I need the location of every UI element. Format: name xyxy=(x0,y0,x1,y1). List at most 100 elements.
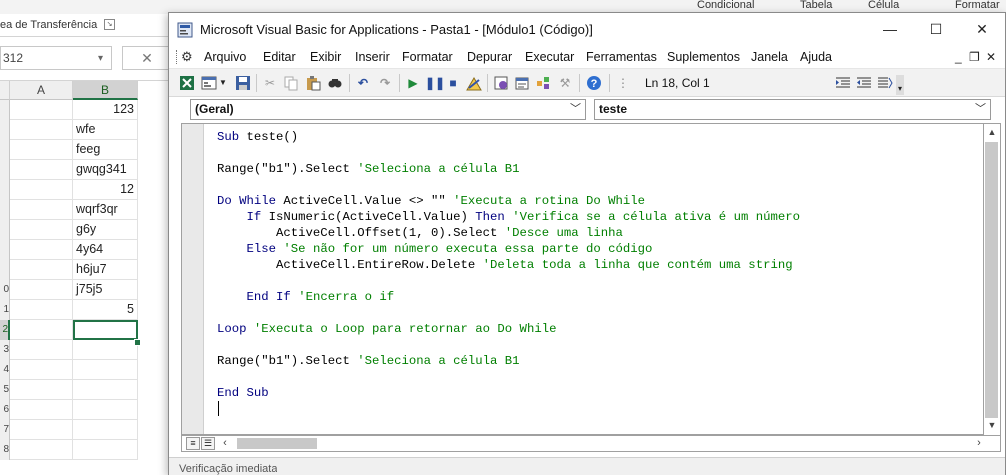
object-combo[interactable]: (Geral) ﹀ xyxy=(190,99,586,120)
code-text[interactable]: Sub teste() Range("b1").Select 'Seleciona… xyxy=(217,129,800,417)
ribbon-cell[interactable]: Célula xyxy=(868,0,899,12)
code-line[interactable]: Loop 'Executa o Loop para retornar ao Do… xyxy=(217,321,800,337)
minimize-button[interactable]: — xyxy=(867,13,913,46)
row-header[interactable] xyxy=(0,240,10,260)
excel-icon[interactable] xyxy=(179,75,195,91)
cell-b[interactable]: feeg xyxy=(73,140,138,160)
vertical-scroll-thumb[interactable] xyxy=(985,142,998,418)
menu-exibir[interactable]: Exibir xyxy=(310,46,341,68)
stop-icon[interactable]: ■ xyxy=(445,75,461,91)
menu-executar[interactable]: Executar xyxy=(525,46,574,68)
outdent-icon[interactable] xyxy=(856,75,872,91)
dialog-launcher-icon[interactable]: ↘ xyxy=(104,19,115,30)
cell-a[interactable] xyxy=(10,200,73,220)
row-header[interactable]: 6 xyxy=(0,400,10,420)
code-line[interactable]: End If 'Encerra o if xyxy=(217,289,800,305)
code-line[interactable] xyxy=(217,273,800,289)
document-menu-icon[interactable]: ⚙ xyxy=(181,49,193,65)
cell-a[interactable] xyxy=(10,120,73,140)
name-box-dropdown-icon[interactable]: ▾ xyxy=(98,53,103,64)
cell-a[interactable] xyxy=(10,360,73,380)
scroll-up-icon[interactable]: ▲ xyxy=(984,124,1000,141)
code-line[interactable]: Range("b1").Select 'Seleciona a célula B… xyxy=(217,161,800,177)
cell-a[interactable] xyxy=(10,300,73,320)
code-line[interactable] xyxy=(217,369,800,385)
undo-icon[interactable]: ↶ xyxy=(355,75,371,91)
redo-icon[interactable]: ↷ xyxy=(377,75,393,91)
horizontal-scroll-thumb[interactable] xyxy=(237,438,317,449)
cell-b[interactable] xyxy=(73,440,138,460)
row-header[interactable]: 4 xyxy=(0,360,10,380)
comment-block-icon[interactable] xyxy=(877,75,893,91)
ribbon-conditional-format[interactable]: Condicional xyxy=(697,0,754,12)
scroll-right-icon[interactable]: › xyxy=(972,436,986,451)
design-mode-icon[interactable] xyxy=(466,75,482,91)
cell-b[interactable]: j75j5 xyxy=(73,280,138,300)
row-header[interactable] xyxy=(0,220,10,240)
code-line[interactable] xyxy=(217,337,800,353)
cell-a[interactable] xyxy=(10,340,73,360)
menu-ferramentas[interactable]: Ferramentas xyxy=(586,46,657,68)
menu-depurar[interactable]: Depurar xyxy=(467,46,512,68)
cell-a[interactable] xyxy=(10,180,73,200)
code-line[interactable] xyxy=(217,145,800,161)
cell-b[interactable] xyxy=(73,340,138,360)
row-header[interactable] xyxy=(0,120,10,140)
cell-b[interactable]: 12 xyxy=(73,180,138,200)
procedure-combo[interactable]: teste ﹀ xyxy=(594,99,991,120)
cell-b[interactable]: wfe xyxy=(73,120,138,140)
cell-a[interactable] xyxy=(10,320,73,340)
scroll-left-icon[interactable]: ‹ xyxy=(218,436,232,451)
menu-formatar[interactable]: Formatar xyxy=(402,46,453,68)
cell-b[interactable]: 123 xyxy=(73,100,138,120)
cell-b[interactable] xyxy=(73,400,138,420)
cell-b[interactable]: 4y64 xyxy=(73,240,138,260)
code-line[interactable]: Sub teste() xyxy=(217,129,800,145)
mdi-restore-button[interactable]: ❐ xyxy=(969,46,980,68)
title-bar[interactable]: Microsoft Visual Basic for Applications … xyxy=(169,13,1005,46)
row-header[interactable] xyxy=(0,100,10,120)
close-button[interactable]: ✕ xyxy=(959,13,1005,46)
find-icon[interactable] xyxy=(327,75,343,91)
code-line[interactable] xyxy=(217,305,800,321)
menu-arquivo[interactable]: Arquivo xyxy=(204,46,246,68)
active-cell[interactable] xyxy=(73,320,138,340)
maximize-button[interactable]: ☐ xyxy=(913,13,959,46)
menu-editar[interactable]: Editar xyxy=(263,46,296,68)
menu-ajuda[interactable]: Ajuda xyxy=(800,46,832,68)
margin-indicator-bar[interactable] xyxy=(182,124,204,434)
cell-b[interactable]: g6y xyxy=(73,220,138,240)
cell-a[interactable] xyxy=(10,240,73,260)
cell-b[interactable] xyxy=(73,360,138,380)
chevron-down-icon[interactable]: ﹀ xyxy=(975,100,986,119)
project-explorer-icon[interactable] xyxy=(493,75,509,91)
cell-b[interactable]: h6ju7 xyxy=(73,260,138,280)
ribbon-format[interactable]: Formatar xyxy=(955,0,1000,12)
row-header[interactable]: 5 xyxy=(0,380,10,400)
code-line[interactable]: If IsNumeric(ActiveCell.Value) Then 'Ver… xyxy=(217,209,800,225)
mdi-minimize-button[interactable]: _ xyxy=(955,46,962,68)
cell-a[interactable] xyxy=(10,140,73,160)
help-icon[interactable]: ? xyxy=(586,75,602,91)
row-header[interactable]: 0 xyxy=(0,280,10,300)
cell-a[interactable] xyxy=(10,280,73,300)
row-header[interactable]: 7 xyxy=(0,420,10,440)
name-box[interactable]: 312 xyxy=(0,46,112,70)
code-line[interactable]: End Sub xyxy=(217,385,800,401)
cell-a[interactable] xyxy=(10,220,73,240)
row-header[interactable] xyxy=(0,160,10,180)
indent-icon[interactable] xyxy=(835,75,851,91)
row-header[interactable] xyxy=(0,200,10,220)
cell-a[interactable] xyxy=(10,160,73,180)
immediate-window-header[interactable]: Verificação imediata xyxy=(169,457,1005,475)
dropdown-arrow-icon[interactable]: ▼ xyxy=(219,75,227,91)
cut-icon[interactable]: ✂ xyxy=(262,75,278,91)
menu-janela[interactable]: Janela xyxy=(751,46,788,68)
code-line[interactable]: Do While ActiveCell.Value <> "" 'Executa… xyxy=(217,193,800,209)
row-header[interactable]: 3 xyxy=(0,340,10,360)
menu-suplementos[interactable]: Suplementos xyxy=(667,46,740,68)
toolbar-options-icon[interactable]: ▾ xyxy=(896,75,904,95)
copy-icon[interactable] xyxy=(283,75,299,91)
row-header[interactable]: 1 xyxy=(0,300,10,320)
cell-b[interactable] xyxy=(73,380,138,400)
